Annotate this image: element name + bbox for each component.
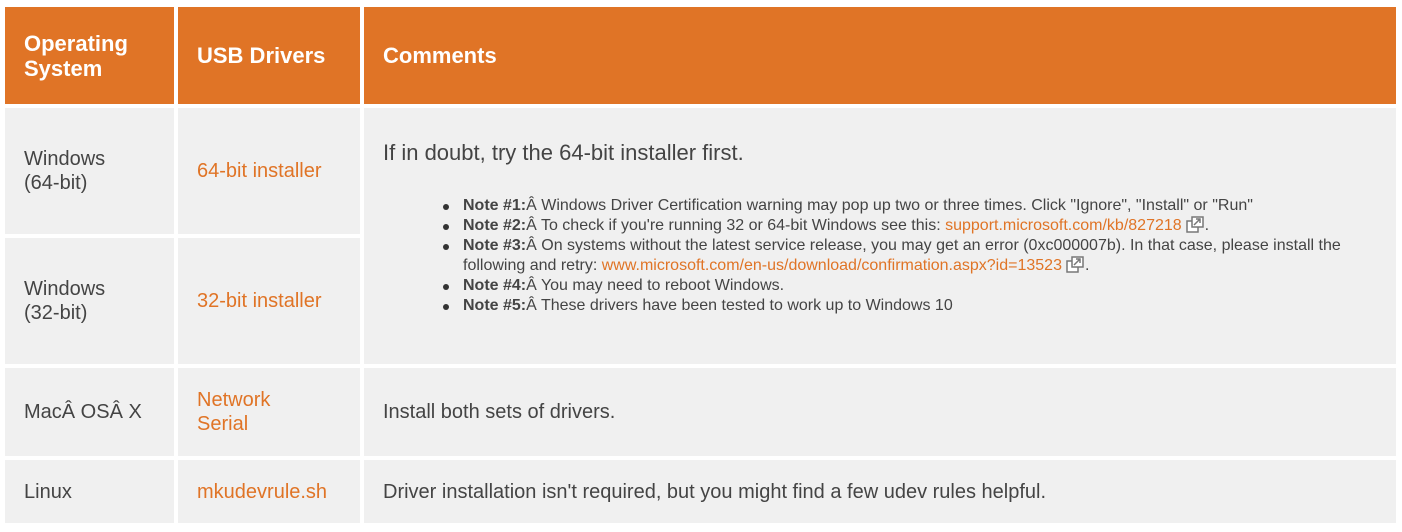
table-row-mac: MacÂ OSÂ X Network Serial Install both s… [5,368,1396,456]
note-text: Â These drivers have been tested to work… [526,297,953,314]
os-cell-linux: Linux [5,460,174,523]
driver-cell-linux: mkudevrule.sh [178,460,360,523]
drivers-table: Operating System USB Drivers Comments Wi… [1,3,1400,527]
link-network-driver[interactable]: Network [197,388,360,412]
os-cell-windows-64: Windows (64-bit) [5,108,174,234]
link-serial-driver[interactable]: Serial [197,412,360,436]
note-text: Â To check if you're running 32 or 64-bi… [526,217,946,234]
link-kb-827218[interactable]: support.microsoft.com/kb/827218 [945,217,1182,234]
note-text: Â Windows Driver Certification warning m… [526,197,1253,214]
list-item-note-1: Note #1:Â Windows Driver Certification w… [443,196,1376,216]
note-label: Note #5: [463,297,527,314]
note-label: Note #2: [463,217,527,234]
windows-lead-text: If in doubt, try the 64-bit installer fi… [383,140,744,165]
driver-cell-windows-32: 32-bit installer [178,238,360,364]
note-label: Note #3: [463,237,527,254]
list-item-note-4: Note #4:Â You may need to reboot Windows… [443,276,1376,296]
table-row-linux: Linux mkudevrule.sh Driver installation … [5,460,1396,523]
windows-notes-list: Note #1:Â Windows Driver Certification w… [443,196,1396,316]
link-mkudevrule[interactable]: mkudevrule.sh [197,481,327,503]
note-text: Â You may need to reboot Windows. [526,277,785,294]
list-item-note-3: Note #3:Â On systems without the latest … [443,236,1376,276]
note-after: . [1084,257,1090,274]
note-label: Note #1: [463,197,527,214]
comment-cell-mac: Install both sets of drivers. [364,368,1396,456]
os-cell-mac: MacÂ OSÂ X [5,368,174,456]
list-item-note-2: Note #2:Â To check if you're running 32 … [443,216,1376,236]
header-comments: Comments [364,7,1396,104]
header-operating-system: Operating System [5,7,174,104]
external-link-icon[interactable] [1185,216,1205,233]
header-row: Operating System USB Drivers Comments [5,7,1396,104]
driver-cell-mac: Network Serial [178,368,360,456]
link-32-bit-installer[interactable]: 32-bit installer [197,290,322,312]
driver-cell-windows-64: 64-bit installer [178,108,360,234]
comment-cell-windows: If in doubt, try the 64-bit installer fi… [364,108,1396,364]
note-label: Note #4: [463,277,527,294]
list-item-note-5: Note #5:Â These drivers have been tested… [443,296,1376,316]
external-link-icon[interactable] [1066,256,1085,273]
link-download-13523[interactable]: www.microsoft.com/en-us/download/confirm… [602,257,1062,274]
table-row-windows-64: Windows (64-bit) 64-bit installer If in … [5,108,1396,364]
os-cell-windows-32: Windows (32-bit) [5,238,174,364]
comment-cell-linux: Driver installation isn't required, but … [364,460,1396,523]
link-64-bit-installer[interactable]: 64-bit installer [197,160,322,182]
note-after: . [1204,217,1210,234]
header-usb-drivers: USB Drivers [178,7,360,104]
